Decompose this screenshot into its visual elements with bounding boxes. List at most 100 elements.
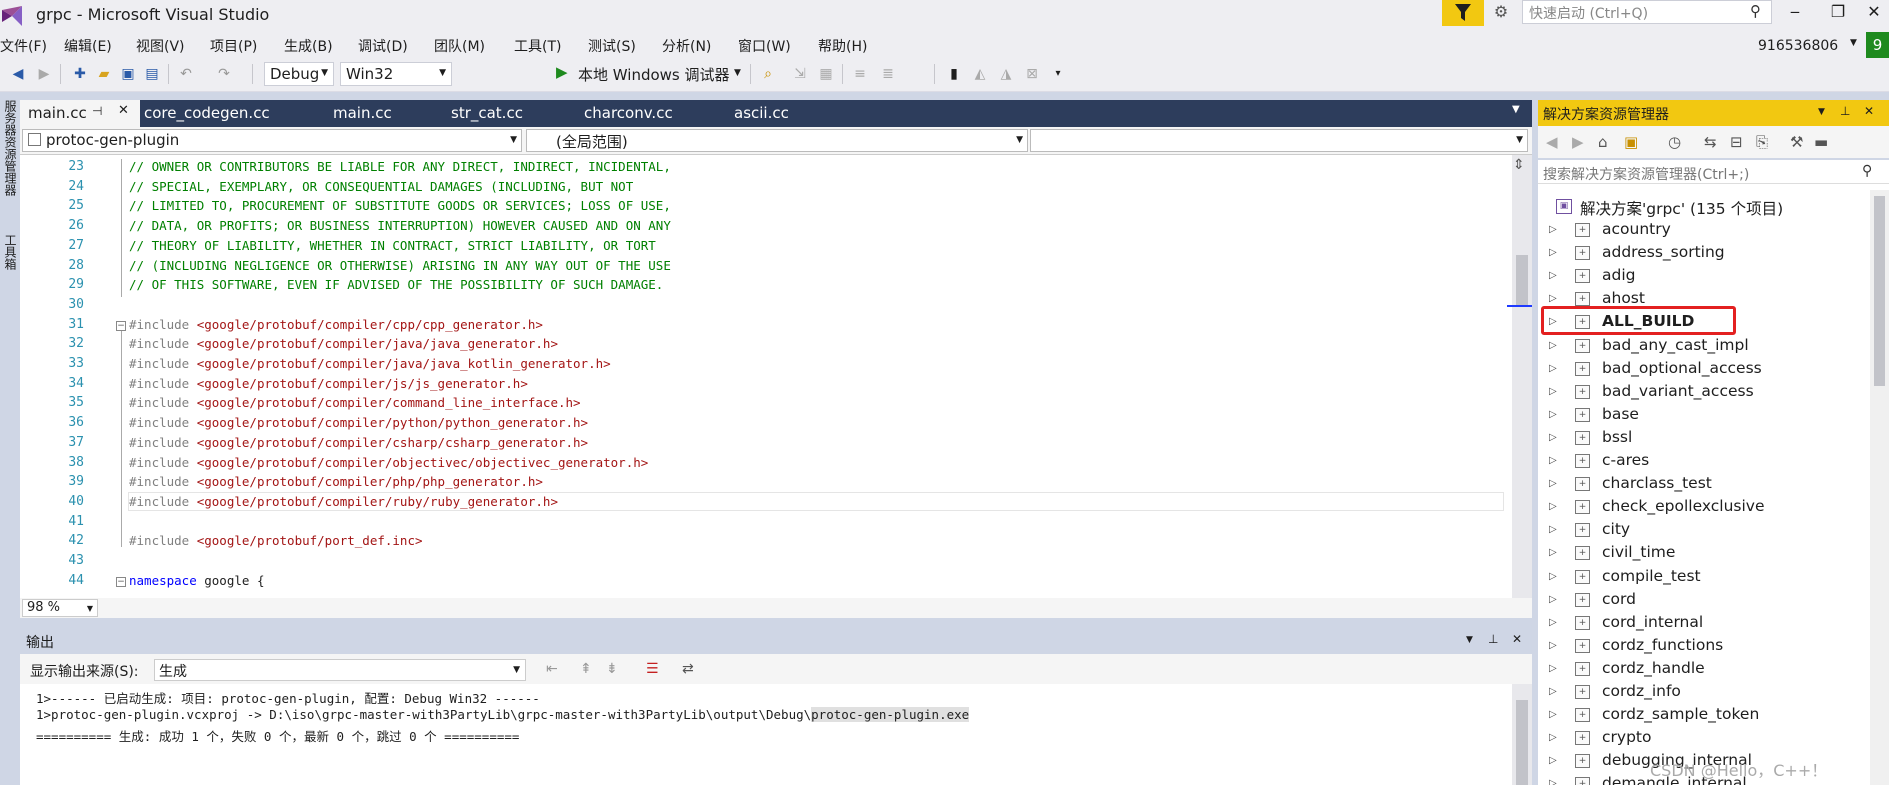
fold-toggle-icon[interactable]: −: [116, 320, 126, 331]
format-icon[interactable]: ▦: [816, 64, 836, 84]
expand-arrow-icon[interactable]: ▷: [1549, 663, 1557, 674]
expand-arrow-icon[interactable]: ▷: [1549, 594, 1557, 605]
feedback-filter-button[interactable]: [1442, 0, 1484, 26]
project-label[interactable]: bssl: [1602, 428, 1632, 446]
expand-arrow-icon[interactable]: ▷: [1549, 732, 1557, 743]
menu-build[interactable]: 生成(B): [284, 36, 333, 56]
menu-test[interactable]: 测试(S): [588, 36, 636, 56]
account-badge[interactable]: 9: [1866, 32, 1889, 58]
expand-arrow-icon[interactable]: ▷: [1549, 617, 1557, 628]
expand-arrow-icon[interactable]: ▷: [1549, 778, 1557, 785]
project-label[interactable]: base: [1602, 405, 1639, 423]
project-label[interactable]: crypto: [1602, 728, 1651, 746]
split-window-icon[interactable]: ⇕: [1513, 157, 1525, 173]
expand-arrow-icon[interactable]: ▷: [1549, 709, 1557, 720]
output-scroll-thumb[interactable]: [1516, 700, 1528, 785]
expand-arrow-icon[interactable]: ▷: [1549, 501, 1557, 512]
project-label[interactable]: city: [1602, 520, 1630, 538]
menu-help[interactable]: 帮助(H): [818, 36, 867, 56]
project-label[interactable]: ahost: [1602, 289, 1645, 307]
close-icon[interactable]: ✕: [1512, 632, 1522, 646]
member-select[interactable]: ▼: [1030, 129, 1528, 152]
project-label[interactable]: adig: [1602, 266, 1635, 284]
tab-main-cc[interactable]: main.cc: [325, 100, 400, 127]
project-label[interactable]: c-ares: [1602, 451, 1649, 469]
uncomment-icon[interactable]: ≣: [878, 64, 898, 84]
properties-icon[interactable]: ⚒: [1790, 133, 1803, 151]
chevron-down-icon[interactable]: ▼: [734, 68, 741, 78]
undo-icon[interactable]: ↶: [176, 64, 196, 84]
back-icon[interactable]: ◀: [8, 64, 28, 84]
tab-core-codegen-cc[interactable]: core_codegen.cc: [136, 100, 278, 127]
open-folder-icon[interactable]: ▰: [94, 64, 114, 84]
bookmark-icon[interactable]: ▮: [944, 64, 964, 84]
clear-all-icon[interactable]: ☰: [646, 661, 659, 677]
next-bookmark-icon[interactable]: ◮: [996, 64, 1016, 84]
preview-icon[interactable]: ▬: [1814, 133, 1828, 151]
scope-select[interactable]: (全局范围) ▼: [526, 129, 1028, 152]
platform-select[interactable]: Win32 ▼: [340, 62, 452, 86]
chevron-down-icon[interactable]: ▼: [1466, 635, 1473, 645]
expand-arrow-icon[interactable]: ▷: [1549, 363, 1557, 374]
expand-arrow-icon[interactable]: ▷: [1549, 270, 1557, 281]
solution-root-label[interactable]: 解决方案'grpc' (135 个项目): [1580, 197, 1783, 219]
back-icon[interactable]: ◀: [1546, 133, 1558, 151]
project-label[interactable]: cordz_info: [1602, 682, 1681, 700]
home-icon[interactable]: ⌂: [1598, 133, 1608, 151]
project-label[interactable]: charclass_test: [1602, 474, 1712, 492]
start-debugging-icon[interactable]: ▶: [556, 63, 568, 81]
project-label[interactable]: bad_variant_access: [1602, 382, 1754, 400]
sync-icon[interactable]: ⇆: [1704, 133, 1717, 151]
toolbar-options-icon[interactable]: ▾: [1048, 64, 1068, 84]
prev-bookmark-icon[interactable]: ◭: [970, 64, 990, 84]
solution-explorer-scroll-thumb[interactable]: [1874, 196, 1885, 386]
editor-scroll-thumb[interactable]: [1516, 255, 1528, 305]
menu-edit[interactable]: 编辑(E): [64, 36, 112, 56]
redo-icon[interactable]: ↷: [214, 64, 234, 84]
pin-icon[interactable]: ⊥: [1488, 632, 1498, 646]
prev-message-icon[interactable]: ⇞: [580, 661, 592, 677]
switch-views-icon[interactable]: ▣: [1624, 133, 1638, 151]
quick-launch-input[interactable]: 快速启动 (Ctrl+Q): [1522, 0, 1772, 24]
project-label[interactable]: address_sorting: [1602, 243, 1725, 261]
clear-bookmarks-icon[interactable]: ⊠: [1022, 64, 1042, 84]
find-in-files-icon[interactable]: ⌕: [758, 64, 778, 84]
comment-icon[interactable]: ≡: [850, 64, 870, 84]
toolbox-tab[interactable]: 工具箱: [2, 234, 19, 270]
chevron-down-icon[interactable]: ▼: [1850, 38, 1857, 48]
maximize-button[interactable]: ❐: [1823, 0, 1853, 26]
expand-arrow-icon[interactable]: ▷: [1549, 386, 1557, 397]
solution-config-select[interactable]: Debug ▼: [264, 62, 334, 86]
menu-window[interactable]: 窗口(W): [738, 36, 791, 56]
project-label[interactable]: cord_internal: [1602, 613, 1703, 631]
tab-charconv-cc[interactable]: charconv.cc: [576, 100, 681, 127]
notifications-icon[interactable]: ⚙: [1490, 2, 1512, 24]
project-label[interactable]: acountry: [1602, 220, 1671, 238]
expand-arrow-icon[interactable]: ▷: [1549, 686, 1557, 697]
menu-team[interactable]: 团队(M): [434, 36, 485, 56]
new-project-icon[interactable]: ✚: [70, 64, 90, 84]
word-wrap-icon[interactable]: ⇄: [682, 661, 694, 677]
expand-arrow-icon[interactable]: ▷: [1549, 293, 1557, 304]
menu-project[interactable]: 项目(P): [210, 36, 257, 56]
menu-file[interactable]: 文件(F): [0, 36, 47, 56]
expand-arrow-icon[interactable]: ▷: [1549, 524, 1557, 535]
project-label[interactable]: cordz_sample_token: [1602, 705, 1759, 723]
minimize-button[interactable]: ‒: [1780, 0, 1810, 26]
collapse-all-icon[interactable]: ⊟: [1730, 133, 1743, 151]
expand-arrow-icon[interactable]: ▷: [1549, 247, 1557, 258]
project-label[interactable]: cordz_handle: [1602, 659, 1705, 677]
menu-analyze[interactable]: 分析(N): [662, 36, 711, 56]
project-label[interactable]: bad_optional_access: [1602, 359, 1762, 377]
editor-vertical-scrollbar[interactable]: [1512, 155, 1532, 598]
expand-arrow-icon[interactable]: ▷: [1549, 432, 1557, 443]
project-label[interactable]: check_epollexclusive: [1602, 497, 1765, 515]
expand-arrow-icon[interactable]: ▷: [1549, 478, 1557, 489]
editor-horizontal-scrollbar[interactable]: [104, 600, 1500, 616]
solution-explorer-search-input[interactable]: 搜索解决方案资源管理器(Ctrl+;): [1543, 164, 1749, 184]
expand-arrow-icon[interactable]: ▷: [1549, 640, 1557, 651]
output-source-select[interactable]: 生成 ▼: [154, 659, 526, 681]
pin-icon[interactable]: ⊣: [92, 104, 102, 118]
expand-arrow-icon[interactable]: ▷: [1549, 547, 1557, 558]
search-icon[interactable]: ⚲: [1862, 163, 1872, 179]
